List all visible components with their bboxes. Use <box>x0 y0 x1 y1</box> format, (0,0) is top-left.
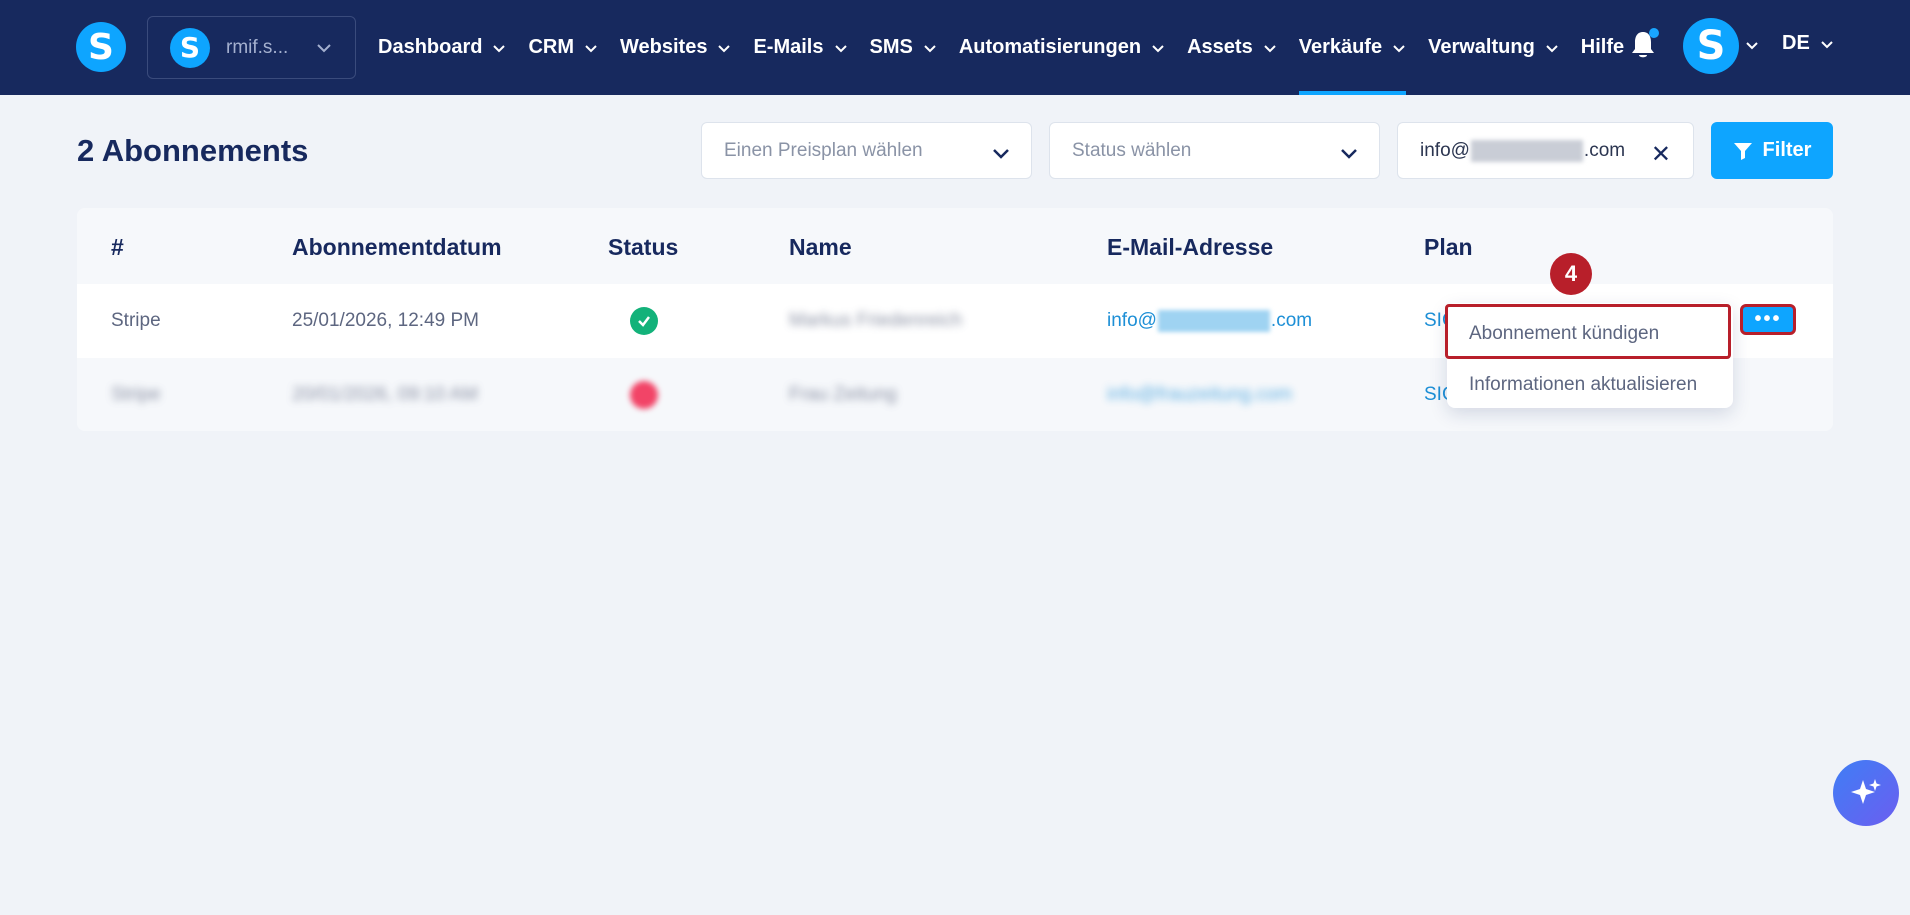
brand-logo[interactable]: S <box>76 22 126 72</box>
top-navigation-bar: S S rmif.s... Dashboard CRM Websites E-M… <box>0 0 1910 95</box>
menu-item-label: Hilfe <box>1580 36 1625 58</box>
ai-assistant-button[interactable] <box>1833 760 1899 826</box>
filter-icon <box>1733 142 1752 160</box>
chevron-down-icon <box>1821 40 1833 48</box>
email-suffix: .com <box>1270 310 1313 332</box>
email-filter-input[interactable]: info@ .com ✕ <box>1397 122 1694 179</box>
status-select[interactable]: Status wählen <box>1049 122 1380 179</box>
main-menu: Dashboard CRM Websites E-Mails SMS Autom… <box>378 0 1646 95</box>
sparkle-icon <box>1851 779 1881 804</box>
column-header-date[interactable]: Abonnementdatum <box>292 234 502 261</box>
column-header-name[interactable]: Name <box>789 234 852 261</box>
chevron-down-icon <box>1546 44 1558 52</box>
menu-item-label: Websites <box>620 36 708 58</box>
cell-date: 25/01/2026, 12:49 PM <box>292 310 479 331</box>
chevron-down-icon <box>993 149 1009 159</box>
cell-email[interactable]: info@frauzeitung.com <box>1107 384 1292 406</box>
user-avatar[interactable]: S <box>1683 18 1739 74</box>
menu-item-crm[interactable]: CRM <box>528 0 598 95</box>
chevron-down-icon <box>718 44 731 52</box>
menu-item-assets[interactable]: Assets <box>1187 0 1277 95</box>
chevron-down-icon <box>1341 149 1357 159</box>
menu-item-sms[interactable]: SMS <box>870 0 937 95</box>
account-switcher[interactable]: S rmif.s... <box>147 16 356 79</box>
filter-button[interactable]: Filter <box>1711 122 1833 179</box>
account-name: rmif.s... <box>226 36 289 58</box>
chevron-down-icon <box>585 44 597 52</box>
notification-dot <box>1649 28 1659 38</box>
status-inactive-icon <box>630 381 658 409</box>
cell-name: Markus Friedenreich <box>789 310 963 331</box>
menu-item-hilfe[interactable]: Hilfe <box>1581 0 1624 95</box>
menu-item-label: SMS <box>869 36 913 58</box>
chevron-down-icon <box>834 44 847 52</box>
page-title: 2 Abonnements <box>77 133 309 168</box>
clear-icon[interactable]: ✕ <box>1651 140 1671 168</box>
cell-name: Frau Zeitung <box>789 384 897 405</box>
menu-item-label: Verwaltung <box>1428 36 1535 58</box>
chevron-down-icon <box>924 44 936 52</box>
menu-item-label: Assets <box>1187 36 1253 58</box>
chevron-down-icon <box>1152 44 1164 52</box>
menu-item-label: Dashboard <box>378 36 483 58</box>
highlight-box <box>1445 304 1731 359</box>
cell-source: Stripe <box>111 310 161 331</box>
redacted-text <box>1157 310 1270 332</box>
cell-date: 20/01/2026, 09:10 AM <box>292 384 478 405</box>
chevron-down-icon <box>1393 44 1405 52</box>
cell-source: Stripe <box>111 384 161 405</box>
redacted-text <box>1470 139 1583 162</box>
menu-item-automatisierungen[interactable]: Automatisierungen <box>959 0 1165 95</box>
email-filter-prefix: info@ <box>1420 139 1470 161</box>
account-avatar: S <box>170 27 210 68</box>
language-label: DE <box>1782 32 1810 54</box>
column-header-status[interactable]: Status <box>608 234 678 261</box>
chevron-down-icon <box>1263 44 1276 52</box>
filter-button-label: Filter <box>1762 139 1812 161</box>
email-filter-suffix: .com <box>1583 139 1626 161</box>
plan-select-placeholder: Einen Preisplan wählen <box>724 139 923 161</box>
column-header-email[interactable]: E-Mail-Adresse <box>1107 234 1273 261</box>
column-header-number: # <box>111 234 124 260</box>
chevron-down-icon <box>493 44 506 52</box>
menu-item-update-information[interactable]: Informationen aktualisieren <box>1469 374 1697 396</box>
menu-item-label: Verkäufe <box>1298 36 1383 58</box>
column-header-plan[interactable]: Plan <box>1424 234 1473 261</box>
step-badge: 4 <box>1550 253 1592 295</box>
menu-item-emails[interactable]: E-Mails <box>753 0 847 95</box>
chevron-down-icon[interactable] <box>1745 38 1759 52</box>
menu-item-dashboard[interactable]: Dashboard <box>378 0 506 95</box>
plan-select[interactable]: Einen Preisplan wählen <box>701 122 1032 179</box>
cell-email[interactable]: info@ .com <box>1107 310 1312 332</box>
menu-item-verkaeufe[interactable]: Verkäufe <box>1298 0 1407 95</box>
chevron-down-icon <box>317 44 331 53</box>
language-switcher[interactable]: DE <box>1782 32 1834 55</box>
more-actions-button[interactable]: ••• <box>1740 304 1796 335</box>
status-select-placeholder: Status wählen <box>1072 139 1192 161</box>
email-prefix: info@ <box>1107 310 1157 332</box>
menu-item-verwaltung[interactable]: Verwaltung <box>1428 0 1559 95</box>
menu-item-websites[interactable]: Websites <box>620 0 731 95</box>
menu-item-label: E-Mails <box>753 36 824 58</box>
status-active-icon <box>630 307 658 335</box>
menu-item-label: Automatisierungen <box>958 36 1142 58</box>
menu-item-label: CRM <box>528 36 575 58</box>
